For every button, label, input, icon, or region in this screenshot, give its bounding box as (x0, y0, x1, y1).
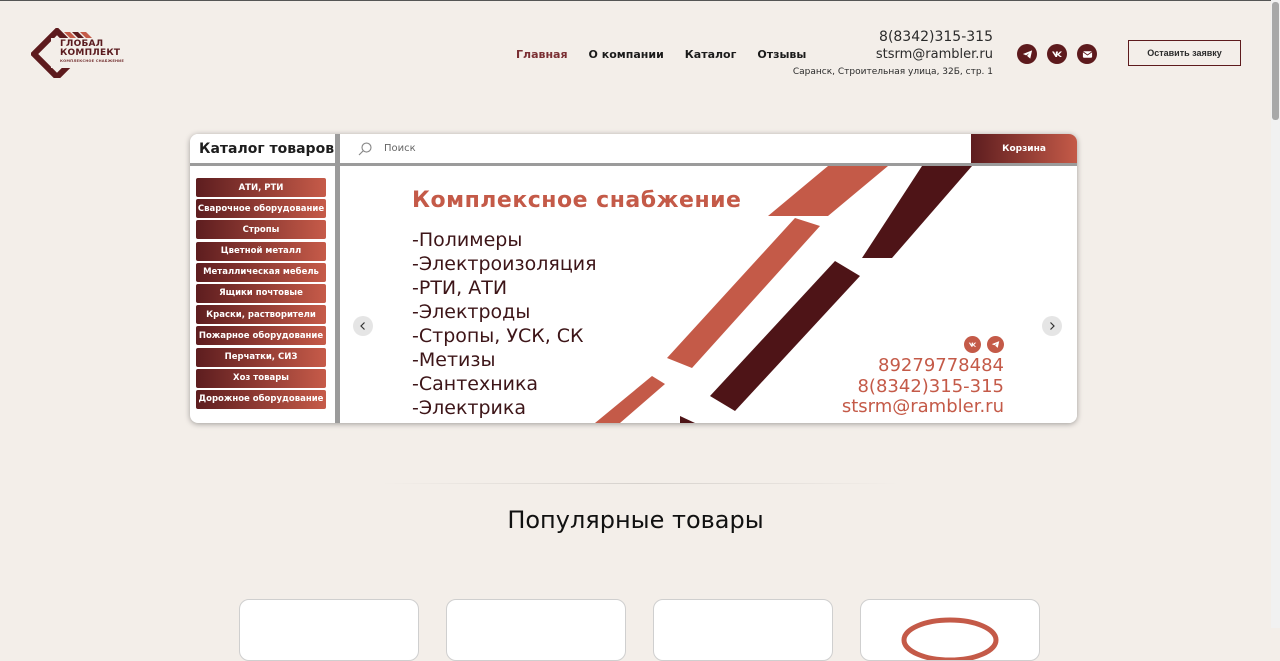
banner-contacts: 89279778484 8(8342)315-315 stsrm@rambler… (841, 355, 1004, 418)
banner-list-item: -Стропы, УСК, СК (412, 325, 584, 347)
telegram-icon (987, 336, 1004, 353)
mail-icon[interactable] (1077, 44, 1097, 64)
vk-icon[interactable] (1047, 44, 1067, 64)
header-address: Саранск, Строительная улица, 32Б, стр. 1 (792, 67, 993, 77)
search-input[interactable]: Поиск (384, 143, 416, 154)
window-top-border (0, 0, 1280, 1)
slider-next-button[interactable] (1042, 316, 1062, 336)
section-separator (380, 483, 900, 484)
chevron-right-icon (1050, 322, 1055, 330)
banner-list-item: -РТИ, АТИ (412, 277, 508, 299)
category-household[interactable]: Хоз товары (196, 368, 326, 388)
logo-text: ГЛОБАЛ КОМПЛЕКТ КОМПЛЕКСНОЕ СНАБЖЕНИЕ (60, 40, 124, 66)
category-gloves[interactable]: Перчатки, СИЗ (196, 347, 326, 367)
chevron-left-icon (360, 322, 365, 330)
category-road-equipment[interactable]: Дорожное оборудование (196, 389, 326, 409)
category-paints[interactable]: Краски, растворители (196, 305, 326, 325)
banner-list-item: -Полимеры (412, 229, 523, 251)
nav-catalog[interactable]: Каталог (685, 48, 737, 61)
promo-banner[interactable]: Комплексное снабжение -Полимеры -Электро… (340, 166, 1077, 423)
category-mailboxes[interactable]: Ящики почтовые (196, 283, 326, 303)
category-list: АТИ, РТИ Сварочное оборудование Стропы Ц… (196, 178, 326, 411)
category-nonferrous-metal[interactable]: Цветной металл (196, 241, 326, 261)
banner-social (964, 336, 1004, 353)
scrollbar-thumb[interactable] (1272, 2, 1279, 120)
basket-button[interactable]: Корзина (971, 134, 1077, 163)
product-cards (239, 599, 1040, 661)
product-card[interactable] (239, 599, 419, 661)
banner-product-list: -Полимеры -Электроизоляция -РТИ, АТИ -Эл… (412, 228, 597, 420)
nav-about[interactable]: О компании (589, 48, 664, 61)
telegram-icon[interactable] (1017, 44, 1037, 64)
main-nav: Главная О компании Каталог Отзывы (516, 48, 806, 61)
nav-home[interactable]: Главная (516, 48, 568, 61)
category-ati-rti[interactable]: АТИ, РТИ (196, 178, 326, 197)
popular-products-title: Популярные товары (507, 506, 764, 534)
product-image (901, 617, 999, 660)
slider-prev-button[interactable] (353, 316, 373, 336)
header-social (1017, 44, 1097, 64)
category-welding[interactable]: Сварочное оборудование (196, 199, 326, 219)
header-contacts: 8(8342)315-315 stsrm@rambler.ru Саранск,… (793, 28, 993, 77)
banner-heading: Комплексное снабжение (412, 188, 742, 213)
header-email[interactable]: stsrm@rambler.ru (793, 46, 993, 63)
banner-list-item: -Электроды (412, 301, 531, 323)
banner-email: stsrm@rambler.ru (841, 396, 1004, 417)
banner-phone2: 8(8342)315-315 (857, 375, 1004, 397)
category-metal-furniture[interactable]: Металлическая мебель (196, 262, 326, 282)
header-phone[interactable]: 8(8342)315-315 (793, 28, 993, 46)
banner-list-item: -Метизы (412, 349, 496, 371)
catalog-title: Каталог товаров (190, 134, 335, 163)
logo-tagline: КОМПЛЕКСНОЕ СНАБЖЕНИЕ (60, 59, 125, 63)
banner-list-item: -Электроизоляция (412, 253, 597, 275)
banner-list-item: -Электрика (412, 397, 527, 419)
banner-list-item: -Сантехника (412, 373, 539, 395)
product-card[interactable] (860, 599, 1040, 661)
product-card[interactable] (446, 599, 626, 661)
category-slings[interactable]: Стропы (196, 220, 326, 240)
search-icon (358, 141, 372, 155)
leave-request-button[interactable]: Оставить заявку (1128, 40, 1241, 66)
vk-icon (964, 336, 981, 353)
banner-phone1: 89279778484 (878, 355, 1004, 376)
category-fire-equipment[interactable]: Пожарное оборудование (196, 326, 326, 346)
search-bar[interactable]: Поиск (340, 134, 971, 163)
scrollbar[interactable] (1271, 0, 1280, 628)
catalog-block: Каталог товаров Поиск Корзина АТИ, РТИ С… (190, 134, 1077, 423)
product-card[interactable] (653, 599, 833, 661)
